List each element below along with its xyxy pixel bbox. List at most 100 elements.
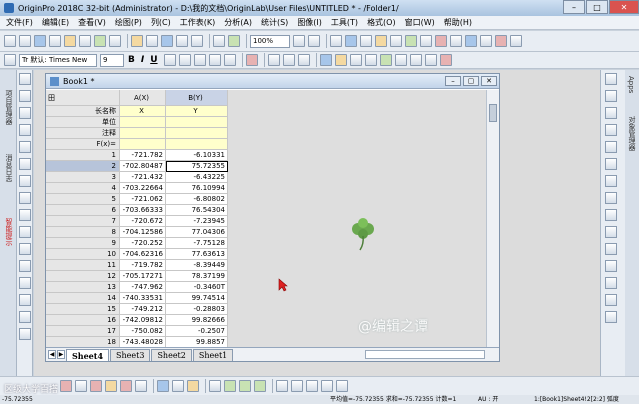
column-header-b[interactable]: B(Y) (166, 90, 228, 106)
cell-a[interactable]: -721.782 (120, 150, 166, 161)
minimize-button[interactable]: – (563, 0, 585, 14)
meta-cell-b[interactable] (166, 117, 228, 128)
cell-b[interactable]: 99.82666 (166, 315, 228, 326)
row-header[interactable]: 4 (46, 183, 120, 194)
add-column-icon[interactable] (405, 35, 417, 47)
meta-cell-a[interactable] (120, 128, 166, 139)
rescale-icon[interactable] (450, 35, 462, 47)
plot-waterfall-icon[interactable] (306, 380, 318, 392)
right-tool-8-icon[interactable] (605, 192, 617, 204)
row-header[interactable]: 7 (46, 216, 120, 227)
screen-reader-icon[interactable] (19, 141, 31, 153)
arrow-tool-icon[interactable] (19, 226, 31, 238)
menu-worksheet[interactable]: 工作表(K) (180, 17, 216, 28)
tab-sheet3[interactable]: Sheet3 (110, 348, 151, 361)
message-log-tab[interactable]: 消息日志 (2, 154, 14, 182)
workbook-window[interactable]: Book1 * – ▢ ✕ 田 A(X) B(Y) 长名称 X Y 单位 注释 F(x)=… (45, 73, 500, 362)
plot-box-icon[interactable] (321, 380, 333, 392)
select-all-corner[interactable]: 田 (46, 90, 120, 106)
right-tool-7-icon[interactable] (605, 175, 617, 187)
new-function-icon[interactable] (94, 35, 106, 47)
new-excel-icon[interactable] (109, 35, 121, 47)
cell-b[interactable]: 77.63613 (166, 249, 228, 260)
plot-multi-icon[interactable] (239, 380, 251, 392)
right-tool-4-icon[interactable] (605, 124, 617, 136)
legend-icon[interactable] (510, 35, 522, 47)
cell-a[interactable]: -749.212 (120, 304, 166, 315)
import-icon[interactable] (191, 35, 203, 47)
column-values-icon[interactable] (420, 35, 432, 47)
print-icon[interactable] (213, 35, 225, 47)
workbook-titlebar[interactable]: Book1 * – ▢ ✕ (46, 74, 499, 89)
cell-b[interactable]: 76.54304 (166, 205, 228, 216)
tab-sheet2[interactable]: Sheet2 (151, 348, 192, 361)
right-tool-5-icon[interactable] (605, 141, 617, 153)
vertical-scroll-thumb[interactable] (489, 104, 497, 122)
menu-file[interactable]: 文件(F) (6, 17, 33, 28)
open-template-icon[interactable] (146, 35, 158, 47)
cell-a[interactable]: -721.432 (120, 172, 166, 183)
meta-cell-b[interactable]: Y (166, 106, 228, 117)
row-header[interactable]: 2 (46, 161, 120, 172)
menu-view[interactable]: 查看(V) (78, 17, 106, 28)
curve-tool-icon[interactable] (19, 243, 31, 255)
meta-cell-a[interactable]: X (120, 106, 166, 117)
cell-a[interactable]: -742.09812 (120, 315, 166, 326)
plot-scatter-icon[interactable] (75, 380, 87, 392)
plot-3d-icon[interactable] (157, 380, 169, 392)
font-size-down-icon[interactable] (223, 54, 236, 66)
new-notes-icon[interactable] (64, 35, 76, 47)
cell-a[interactable]: -747.962 (120, 282, 166, 293)
cell-a[interactable]: -720.672 (120, 216, 166, 227)
zoom-tool-icon[interactable] (19, 90, 31, 102)
line-color-icon[interactable] (319, 54, 332, 66)
plot-contour-icon[interactable] (172, 380, 184, 392)
merge-icon[interactable] (409, 54, 422, 66)
menu-edit[interactable]: 编辑(E) (42, 17, 69, 28)
project-explorer-tab[interactable]: 项目管理器 (2, 90, 14, 125)
menu-analysis[interactable]: 分析(A) (224, 17, 252, 28)
cell-b[interactable]: 78.37199 (166, 271, 228, 282)
font-size-select[interactable]: 9 (100, 53, 124, 67)
right-tool-14-icon[interactable] (605, 294, 617, 306)
text-tool-icon[interactable] (19, 209, 31, 221)
menu-statistics[interactable]: 统计(S) (261, 17, 288, 28)
menu-image[interactable]: 图像(I) (297, 17, 322, 28)
right-tool-1-icon[interactable] (605, 73, 617, 85)
subscript-icon[interactable] (163, 54, 176, 66)
bold-button[interactable]: B (128, 55, 135, 65)
region-mask-icon[interactable] (19, 175, 31, 187)
right-tool-3-icon[interactable] (605, 107, 617, 119)
code-builder-icon[interactable] (375, 35, 387, 47)
cell-a[interactable]: -704.62316 (120, 249, 166, 260)
plot-bar-icon[interactable] (105, 380, 117, 392)
menu-window[interactable]: 窗口(W) (405, 17, 435, 28)
right-tool-6-icon[interactable] (605, 158, 617, 170)
row-header[interactable]: 3 (46, 172, 120, 183)
underline-button[interactable]: U (150, 55, 157, 65)
row-header[interactable]: 11 (46, 260, 120, 271)
draw-data-icon[interactable] (19, 192, 31, 204)
new-graph-layer-icon[interactable] (480, 35, 492, 47)
plot-polar-icon[interactable] (209, 380, 221, 392)
row-header[interactable]: 10 (46, 249, 120, 260)
right-tool-13-icon[interactable] (605, 277, 617, 289)
row-header[interactable]: 13 (46, 282, 120, 293)
save-template-icon[interactable] (176, 35, 188, 47)
tab-sheet4[interactable]: Sheet4 (66, 348, 110, 361)
book-restore-button[interactable]: ▢ (463, 76, 479, 86)
cell-b[interactable]: -8.39449 (166, 260, 228, 271)
row-header[interactable]: 1 (46, 150, 120, 161)
right-tool-11-icon[interactable] (605, 243, 617, 255)
polygon-tool-icon[interactable] (19, 294, 31, 306)
cell-a[interactable]: -703.22664 (120, 183, 166, 194)
insert-graph-icon[interactable] (19, 328, 31, 340)
cell-a[interactable]: -740.33531 (120, 293, 166, 304)
align-right-icon[interactable] (297, 54, 310, 66)
close-button[interactable]: ✕ (609, 0, 639, 14)
menu-column[interactable]: 列(C) (151, 17, 171, 28)
right-tool-10-icon[interactable] (605, 226, 617, 238)
row-header[interactable]: 9 (46, 238, 120, 249)
meta-cell-b[interactable] (166, 128, 228, 139)
plot-histogram-icon[interactable] (336, 380, 348, 392)
